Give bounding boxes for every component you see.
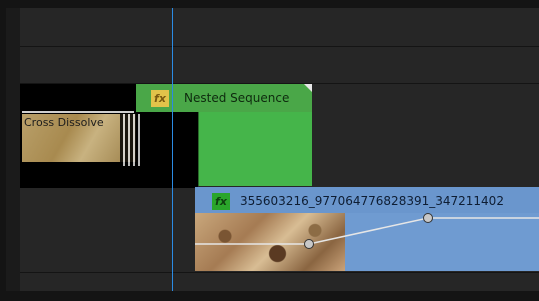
keyframe-icon[interactable] — [304, 239, 314, 249]
keyframe-line[interactable] — [195, 217, 539, 245]
keyframe-icon[interactable] — [423, 213, 433, 223]
playhead-line[interactable] — [172, 8, 173, 291]
opacity-rubber-band[interactable] — [0, 0, 539, 301]
